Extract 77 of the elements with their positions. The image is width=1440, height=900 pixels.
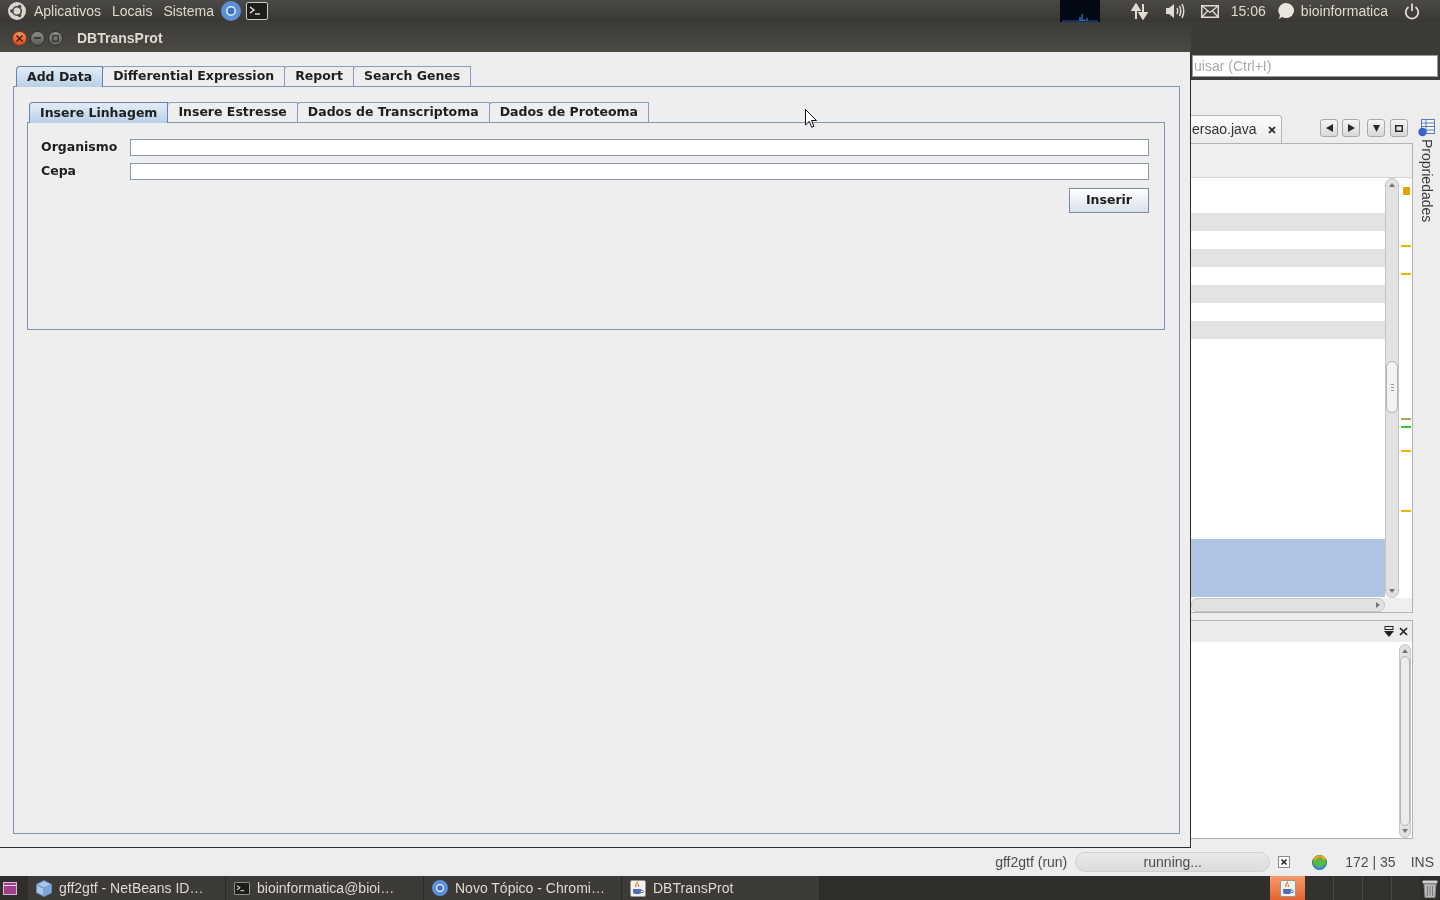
refresh-globe-icon[interactable] (1311, 853, 1329, 871)
scroll-left-button[interactable] (1320, 119, 1338, 137)
right-triangle-icon (1347, 124, 1355, 132)
mail-icon[interactable] (1200, 4, 1219, 18)
java-tray-icon (1279, 879, 1296, 897)
maximize-button[interactable] (1390, 119, 1408, 137)
task-status-pill: running... (1075, 852, 1271, 872)
maximize-icon (52, 34, 59, 42)
minimize-window-icon[interactable] (1384, 626, 1394, 637)
right-arrow-icon[interactable] (1376, 602, 1380, 608)
clock[interactable]: 15:06 (1230, 4, 1266, 18)
vertical-scrollbar[interactable] (1399, 644, 1411, 838)
minimize-icon (34, 37, 41, 39)
terminal-icon (234, 881, 250, 895)
insert-button[interactable]: Inserir (1069, 188, 1149, 213)
field-label: Cepa (41, 162, 78, 181)
properties-panel-label[interactable]: Propriedades (1416, 139, 1437, 223)
mouse-pointer-icon (805, 109, 817, 128)
window-close-button[interactable] (12, 30, 27, 46)
scrollbar-thumb[interactable] (1400, 656, 1410, 826)
network-arrows-icon[interactable] (1130, 2, 1148, 20)
volume-icon[interactable] (1164, 3, 1185, 19)
horizontal-scrollbar[interactable] (1191, 598, 1385, 612)
tab[interactable]: Insere Linhagem (29, 102, 169, 123)
power-icon[interactable] (1404, 2, 1420, 20)
close-box-icon[interactable] (1278, 856, 1291, 868)
down-arrow-icon[interactable] (1389, 589, 1395, 593)
down-triangle-icon (1372, 124, 1380, 132)
up-arrow-icon[interactable] (1389, 183, 1395, 187)
field-label: Organismo (41, 138, 119, 157)
tab[interactable]: Dados de Transcriptoma (296, 102, 490, 122)
browser-icon[interactable] (220, 1, 241, 21)
close-icon[interactable] (1399, 627, 1408, 636)
panel-menu[interactable]: Aplicativos (34, 4, 101, 18)
close-icon[interactable] (1268, 125, 1276, 134)
show-desktop-icon[interactable] (3, 881, 17, 895)
cube-icon (36, 879, 52, 897)
tab[interactable]: Differential Expression (102, 66, 286, 86)
taskbar-item[interactable]: DBTransProt (622, 876, 820, 900)
insert-mode: INS (1410, 852, 1434, 872)
scrollbar-thumb[interactable] (1386, 361, 1398, 413)
terminal-icon[interactable] (245, 2, 268, 20)
panel-menu[interactable]: Sistema (163, 4, 214, 18)
up-arrow-icon[interactable] (1402, 649, 1408, 653)
vertical-scrollbar[interactable] (1385, 178, 1399, 598)
coffee-cup-icon (630, 879, 646, 897)
taskbar-item[interactable]: Novo Tópico - Chromi… (424, 876, 622, 900)
panel-menu[interactable]: Locais (111, 4, 153, 18)
ubuntu-logo-icon[interactable] (8, 2, 26, 20)
window-title: DBTransProt (77, 28, 163, 48)
properties-table-icon[interactable] (1418, 119, 1435, 137)
window-maximize-button[interactable] (48, 30, 63, 46)
trash-icon[interactable] (1422, 878, 1438, 898)
running-task-label: gff2gtf (run) (995, 852, 1068, 872)
tab[interactable]: Report (284, 66, 354, 86)
taskbar-item[interactable]: gff2gtf - NetBeans ID… (28, 876, 226, 900)
tab[interactable]: Add Data (16, 66, 104, 87)
square-icon (1395, 124, 1403, 132)
tab[interactable]: Dados de Proteoma (488, 102, 649, 122)
close-icon (16, 34, 23, 42)
left-triangle-icon (1325, 124, 1333, 132)
cursor-position: 172 | 35 (1345, 852, 1396, 872)
browser-icon (432, 880, 448, 896)
window-minimize-button[interactable] (30, 30, 45, 46)
down-arrow-icon[interactable] (1402, 829, 1408, 833)
user-name[interactable]: bioinformatica (1300, 4, 1388, 18)
text-field[interactable] (130, 139, 1149, 156)
user-status-icon[interactable] (1277, 3, 1294, 19)
load-graph (1059, 0, 1100, 22)
taskbar-item[interactable]: bioinformatica@bioi… (226, 876, 424, 900)
text-field[interactable] (130, 163, 1149, 180)
document-list-button[interactable] (1367, 119, 1385, 137)
tab[interactable]: Search Genes (352, 66, 472, 86)
grip-icon (1390, 383, 1394, 391)
search-field[interactable]: uisar (Ctrl+I) (1192, 55, 1438, 77)
editor-tab[interactable]: ersao.java (1191, 115, 1282, 143)
scroll-right-button[interactable] (1342, 119, 1360, 137)
